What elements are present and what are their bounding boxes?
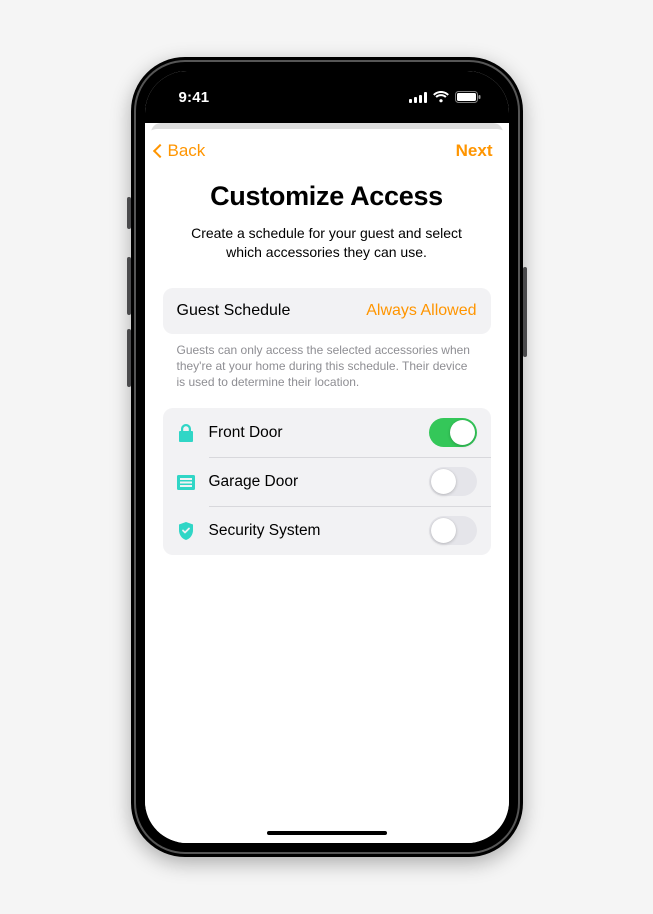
phone-side-button: [523, 267, 527, 357]
nav-bar: Back Next: [145, 129, 509, 169]
dynamic-island: [272, 83, 382, 113]
back-label: Back: [168, 141, 206, 161]
accessory-toggle-security-system[interactable]: [429, 516, 477, 545]
content-area: Customize Access Create a schedule for y…: [145, 169, 509, 555]
cellular-signal-icon: [409, 92, 427, 103]
phone-side-button: [127, 197, 131, 229]
phone-frame: 9:41: [131, 57, 523, 857]
guest-schedule-value: Always Allowed: [366, 302, 476, 320]
wifi-icon: [433, 91, 449, 103]
accessory-row-front-door: Front Door: [163, 408, 491, 457]
chevron-left-icon: [152, 144, 166, 158]
guest-schedule-row[interactable]: Guest Schedule Always Allowed: [163, 288, 491, 334]
accessory-label: Front Door: [209, 424, 417, 442]
next-button[interactable]: Next: [456, 141, 493, 161]
battery-icon: [455, 91, 481, 103]
page-title: Customize Access: [163, 181, 491, 212]
main-sheet: Back Next Customize Access Create a sche…: [145, 129, 509, 843]
schedule-footnote: Guests can only access the selected acce…: [163, 334, 491, 409]
phone-side-button: [127, 329, 131, 387]
accessory-toggle-front-door[interactable]: [429, 418, 477, 447]
home-indicator[interactable]: [267, 831, 387, 835]
status-time: 9:41: [179, 89, 210, 106]
garage-door-icon: [175, 471, 197, 493]
shield-check-icon: [175, 520, 197, 542]
guest-schedule-label: Guest Schedule: [177, 302, 291, 320]
phone-side-button: [127, 257, 131, 315]
accessory-label: Security System: [209, 522, 417, 540]
back-button[interactable]: Back: [155, 141, 206, 161]
page-subtitle: Create a schedule for your guest and sel…: [163, 224, 491, 262]
status-indicators: [409, 91, 481, 103]
accessory-toggle-garage-door[interactable]: [429, 467, 477, 496]
phone-screen: 9:41: [145, 71, 509, 843]
accessory-row-garage-door: Garage Door: [163, 457, 491, 506]
accessory-label: Garage Door: [209, 473, 417, 491]
accessories-list: Front Door: [163, 408, 491, 555]
accessory-row-security-system: Security System: [163, 506, 491, 555]
lock-icon: [175, 422, 197, 444]
